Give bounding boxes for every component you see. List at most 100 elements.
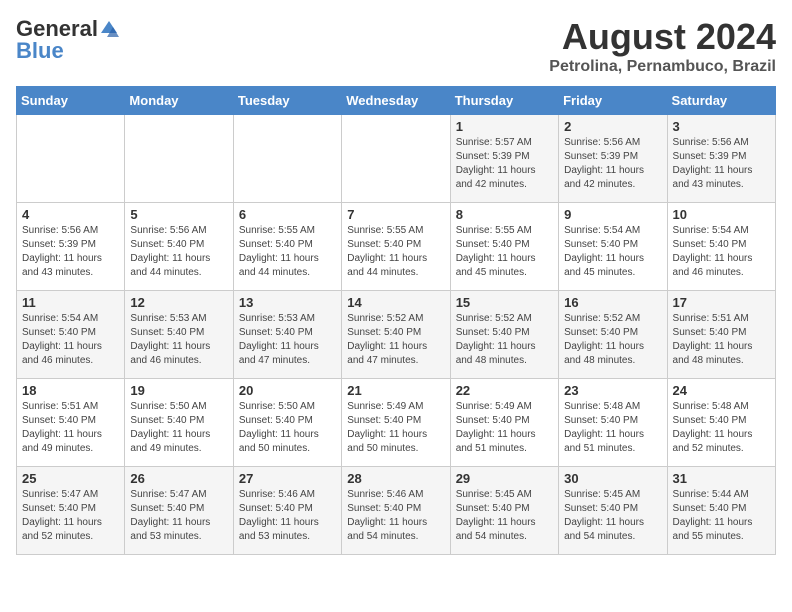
day-info: Sunrise: 5:57 AM Sunset: 5:39 PM Dayligh…	[456, 136, 553, 192]
calendar-week-row: 25 Sunrise: 5:47 AM Sunset: 5:40 PM Dayli…	[17, 467, 776, 555]
day-info: Sunrise: 5:55 AM Sunset: 5:40 PM Dayligh…	[347, 224, 444, 280]
day-info: Sunrise: 5:55 AM Sunset: 5:40 PM Dayligh…	[456, 224, 553, 280]
logo-icon	[99, 19, 119, 39]
day-number: 11	[22, 295, 119, 310]
calendar-cell: 11 Sunrise: 5:54 AM Sunset: 5:40 PM Dayli…	[17, 291, 125, 379]
day-info: Sunrise: 5:45 AM Sunset: 5:40 PM Dayligh…	[456, 488, 553, 544]
calendar-cell: 2Sunrise: 5:56 AM Sunset: 5:39 PM Daylig…	[559, 115, 667, 203]
calendar-week-row: 1 Sunrise: 5:57 AM Sunset: 5:39 PM Daylig…	[17, 115, 776, 203]
day-info: Sunrise: 5:47 AM Sunset: 5:40 PM Dayligh…	[22, 488, 119, 544]
day-info: Sunrise: 5:54 AM Sunset: 5:40 PM Dayligh…	[22, 312, 119, 368]
calendar-cell: 28 Sunrise: 5:46 AM Sunset: 5:40 PM Dayli…	[342, 467, 450, 555]
day-number: 16	[564, 295, 661, 310]
calendar-cell	[233, 115, 341, 203]
calendar-cell: 15Sunrise: 5:52 AM Sunset: 5:40 PM Dayli…	[450, 291, 558, 379]
calendar-cell: 3 Sunrise: 5:56 AM Sunset: 5:39 PM Daylig…	[667, 115, 775, 203]
calendar-cell: 24 Sunrise: 5:48 AM Sunset: 5:40 PM Dayli…	[667, 379, 775, 467]
day-number: 12	[130, 295, 227, 310]
day-number: 13	[239, 295, 336, 310]
calendar-cell	[125, 115, 233, 203]
day-number: 28	[347, 471, 444, 486]
day-info: Sunrise: 5:47 AM Sunset: 5:40 PM Dayligh…	[130, 488, 227, 544]
day-number: 30	[564, 471, 661, 486]
weekday-header-tuesday: Tuesday	[233, 87, 341, 115]
calendar-cell: 13 Sunrise: 5:53 AM Sunset: 5:40 PM Dayli…	[233, 291, 341, 379]
calendar-cell: 18 Sunrise: 5:51 AM Sunset: 5:40 PM Dayli…	[17, 379, 125, 467]
day-number: 23	[564, 383, 661, 398]
day-number: 25	[22, 471, 119, 486]
calendar-cell: 9 Sunrise: 5:54 AM Sunset: 5:40 PM Daylig…	[559, 203, 667, 291]
calendar-cell: 10 Sunrise: 5:54 AM Sunset: 5:40 PM Dayli…	[667, 203, 775, 291]
day-number: 21	[347, 383, 444, 398]
weekday-header-sunday: Sunday	[17, 87, 125, 115]
calendar-cell: 1 Sunrise: 5:57 AM Sunset: 5:39 PM Daylig…	[450, 115, 558, 203]
weekday-header-saturday: Saturday	[667, 87, 775, 115]
calendar-cell: 16 Sunrise: 5:52 AM Sunset: 5:40 PM Dayli…	[559, 291, 667, 379]
day-info: Sunrise: 5:52 AM Sunset: 5:40 PM Dayligh…	[564, 312, 661, 368]
day-info: Sunrise: 5:49 AM Sunset: 5:40 PM Dayligh…	[347, 400, 444, 456]
day-number: 1	[456, 119, 553, 134]
calendar-cell: 31 Sunrise: 5:44 AM Sunset: 5:40 PM Dayli…	[667, 467, 775, 555]
calendar-cell: 29Sunrise: 5:45 AM Sunset: 5:40 PM Dayli…	[450, 467, 558, 555]
calendar-week-row: 4 Sunrise: 5:56 AM Sunset: 5:39 PM Daylig…	[17, 203, 776, 291]
day-number: 17	[673, 295, 770, 310]
day-info: Sunrise: 5:56 AM Sunset: 5:39 PM Dayligh…	[673, 136, 770, 192]
day-info: Sunrise: 5:53 AM Sunset: 5:40 PM Dayligh…	[239, 312, 336, 368]
day-info: Sunrise: 5:56 AM Sunset: 5:39 PM Dayligh…	[22, 224, 119, 280]
day-number: 19	[130, 383, 227, 398]
day-info: Sunrise: 5:54 AM Sunset: 5:40 PM Dayligh…	[673, 224, 770, 280]
calendar-cell: 12Sunrise: 5:53 AM Sunset: 5:40 PM Dayli…	[125, 291, 233, 379]
weekday-header-friday: Friday	[559, 87, 667, 115]
calendar-cell: 6 Sunrise: 5:55 AM Sunset: 5:40 PM Daylig…	[233, 203, 341, 291]
day-number: 4	[22, 207, 119, 222]
day-number: 18	[22, 383, 119, 398]
day-number: 9	[564, 207, 661, 222]
calendar-cell: 7 Sunrise: 5:55 AM Sunset: 5:40 PM Daylig…	[342, 203, 450, 291]
logo: General Blue	[16, 16, 120, 64]
calendar-cell: 20 Sunrise: 5:50 AM Sunset: 5:40 PM Dayli…	[233, 379, 341, 467]
day-number: 22	[456, 383, 553, 398]
day-info: Sunrise: 5:46 AM Sunset: 5:40 PM Dayligh…	[347, 488, 444, 544]
title-area: August 2024 Petrolina, Pernambuco, Brazi…	[549, 16, 776, 76]
calendar-cell	[17, 115, 125, 203]
day-number: 31	[673, 471, 770, 486]
calendar-cell: 8 Sunrise: 5:55 AM Sunset: 5:40 PM Daylig…	[450, 203, 558, 291]
day-number: 24	[673, 383, 770, 398]
weekday-header-wednesday: Wednesday	[342, 87, 450, 115]
day-info: Sunrise: 5:52 AM Sunset: 5:40 PM Dayligh…	[456, 312, 553, 368]
calendar-cell: 30 Sunrise: 5:45 AM Sunset: 5:40 PM Dayli…	[559, 467, 667, 555]
calendar-cell: 14 Sunrise: 5:52 AM Sunset: 5:40 PM Dayli…	[342, 291, 450, 379]
location-subtitle: Petrolina, Pernambuco, Brazil	[549, 58, 776, 76]
day-info: Sunrise: 5:48 AM Sunset: 5:40 PM Dayligh…	[564, 400, 661, 456]
day-info: Sunrise: 5:44 AM Sunset: 5:40 PM Dayligh…	[673, 488, 770, 544]
calendar-table: SundayMondayTuesdayWednesdayThursdayFrid…	[16, 86, 776, 555]
calendar-cell: 19 Sunrise: 5:50 AM Sunset: 5:40 PM Dayli…	[125, 379, 233, 467]
day-info: Sunrise: 5:55 AM Sunset: 5:40 PM Dayligh…	[239, 224, 336, 280]
day-info: Sunrise: 5:50 AM Sunset: 5:40 PM Dayligh…	[239, 400, 336, 456]
calendar-cell: 25 Sunrise: 5:47 AM Sunset: 5:40 PM Dayli…	[17, 467, 125, 555]
day-number: 7	[347, 207, 444, 222]
day-info: Sunrise: 5:56 AM Sunset: 5:39 PM Dayligh…	[564, 136, 661, 192]
day-number: 6	[239, 207, 336, 222]
day-info: Sunrise: 5:45 AM Sunset: 5:40 PM Dayligh…	[564, 488, 661, 544]
weekday-header-monday: Monday	[125, 87, 233, 115]
day-number: 3	[673, 119, 770, 134]
day-number: 10	[673, 207, 770, 222]
calendar-cell: 22Sunrise: 5:49 AM Sunset: 5:40 PM Dayli…	[450, 379, 558, 467]
day-info: Sunrise: 5:56 AM Sunset: 5:40 PM Dayligh…	[130, 224, 227, 280]
day-number: 20	[239, 383, 336, 398]
day-number: 26	[130, 471, 227, 486]
day-info: Sunrise: 5:54 AM Sunset: 5:40 PM Dayligh…	[564, 224, 661, 280]
day-number: 27	[239, 471, 336, 486]
day-info: Sunrise: 5:48 AM Sunset: 5:40 PM Dayligh…	[673, 400, 770, 456]
page-header: General Blue August 2024 Petrolina, Pern…	[16, 16, 776, 76]
day-info: Sunrise: 5:50 AM Sunset: 5:40 PM Dayligh…	[130, 400, 227, 456]
calendar-cell: 5Sunrise: 5:56 AM Sunset: 5:40 PM Daylig…	[125, 203, 233, 291]
day-number: 8	[456, 207, 553, 222]
day-number: 14	[347, 295, 444, 310]
calendar-cell: 26 Sunrise: 5:47 AM Sunset: 5:40 PM Dayli…	[125, 467, 233, 555]
calendar-cell	[342, 115, 450, 203]
calendar-cell: 27Sunrise: 5:46 AM Sunset: 5:40 PM Dayli…	[233, 467, 341, 555]
day-info: Sunrise: 5:52 AM Sunset: 5:40 PM Dayligh…	[347, 312, 444, 368]
day-info: Sunrise: 5:51 AM Sunset: 5:40 PM Dayligh…	[22, 400, 119, 456]
